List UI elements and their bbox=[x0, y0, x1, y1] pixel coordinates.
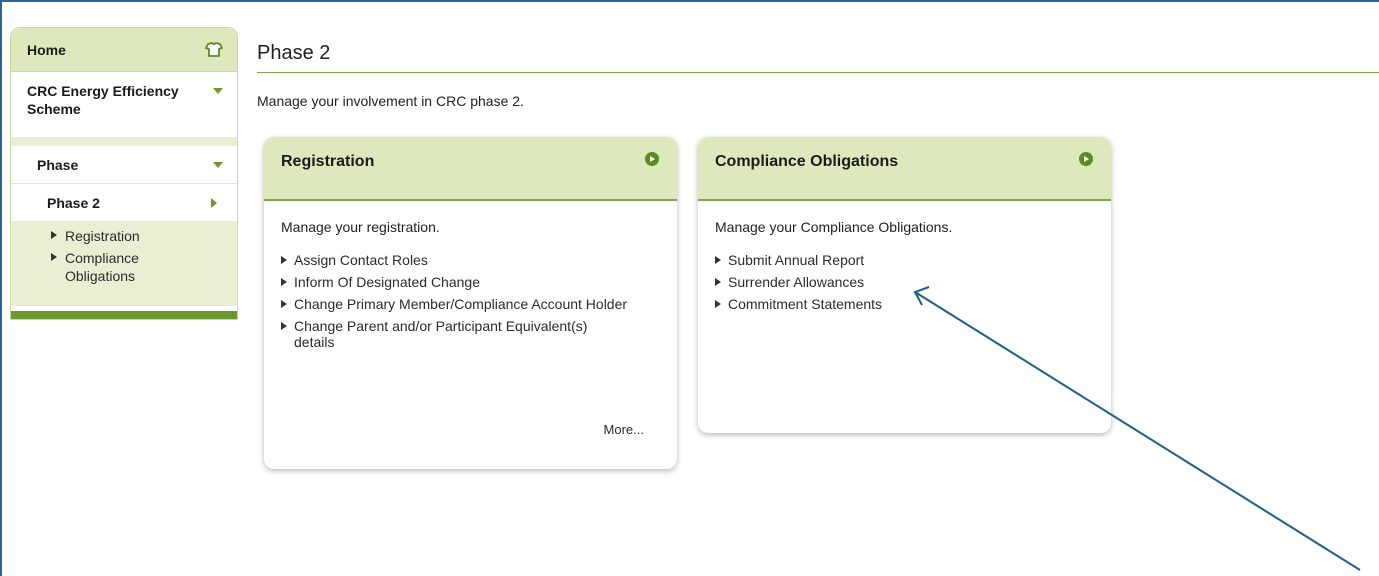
link-label: Assign Contact Roles bbox=[294, 252, 428, 268]
link-commitment-statements[interactable]: Commitment Statements bbox=[715, 296, 1094, 312]
sidebar-item-label: Home bbox=[27, 41, 66, 58]
sidebar-item-crc-scheme[interactable]: CRC Energy Efficiency Scheme bbox=[11, 72, 237, 137]
link-change-parent-participant[interactable]: Change Parent and/or Participant Equival… bbox=[281, 318, 660, 350]
card-body: Manage your Compliance Obligations. Subm… bbox=[698, 201, 1111, 312]
link-label: Commitment Statements bbox=[728, 296, 883, 312]
chevron-down-icon bbox=[213, 88, 223, 94]
link-surrender-allowances[interactable]: Surrender Allowances bbox=[715, 274, 1094, 290]
card-title: Compliance Obligations bbox=[715, 153, 899, 170]
bullet-arrow-icon bbox=[51, 231, 57, 239]
link-label: Surrender Allowances bbox=[728, 274, 865, 290]
card-header[interactable]: Registration bbox=[264, 137, 677, 201]
card-body: Manage your registration. Assign Contact… bbox=[264, 201, 677, 350]
sidebar-item-label: Phase 2 bbox=[47, 194, 100, 211]
go-arrow-icon[interactable] bbox=[645, 152, 659, 166]
sidebar-item-phase[interactable]: Phase bbox=[11, 146, 237, 184]
sidebar-item-home[interactable]: Home bbox=[11, 28, 237, 72]
bullet-arrow-icon bbox=[715, 300, 721, 308]
link-submit-annual-report[interactable]: Submit Annual Report bbox=[715, 252, 1094, 268]
chevron-down-icon bbox=[213, 161, 223, 168]
bullet-arrow-icon bbox=[281, 322, 287, 330]
bullet-arrow-icon bbox=[715, 278, 721, 286]
bullet-arrow-icon bbox=[51, 253, 57, 261]
sidebar-item-label: CRC Energy Efficiency Scheme bbox=[27, 83, 179, 117]
sidebar-bottom-bar bbox=[11, 311, 237, 319]
sidebar-item-compliance-obligations[interactable]: Compliance Obligations bbox=[51, 249, 237, 285]
sidebar-nav: Home CRC Energy Efficiency Scheme Phase … bbox=[10, 27, 238, 320]
link-label: Change Primary Member/Compliance Account… bbox=[294, 296, 628, 312]
card-title: Registration bbox=[281, 153, 375, 170]
sidebar-item-label: Phase bbox=[37, 156, 79, 173]
card-description: Manage your registration. bbox=[281, 219, 440, 235]
more-link[interactable]: More... bbox=[604, 422, 644, 437]
card-header[interactable]: Compliance Obligations bbox=[698, 137, 1111, 201]
sidebar-item-phase-2[interactable]: Phase 2 bbox=[11, 184, 237, 221]
chevron-right-icon bbox=[211, 197, 217, 208]
title-divider bbox=[257, 72, 1379, 73]
link-assign-contact-roles[interactable]: Assign Contact Roles bbox=[281, 252, 660, 268]
link-label: Inform Of Designated Change bbox=[294, 274, 480, 290]
bullet-arrow-icon bbox=[281, 278, 287, 286]
bullet-arrow-icon bbox=[715, 256, 721, 264]
sidebar-submenu: Registration Compliance Obligations bbox=[11, 221, 237, 306]
link-label: Change Parent and/or Participant Equival… bbox=[294, 318, 588, 350]
home-icon[interactable] bbox=[205, 42, 223, 57]
sidebar-item-label: Registration bbox=[65, 228, 140, 244]
card-description: Manage your Compliance Obligations. bbox=[715, 219, 953, 235]
link-change-primary-member[interactable]: Change Primary Member/Compliance Account… bbox=[281, 296, 660, 312]
bullet-arrow-icon bbox=[281, 300, 287, 308]
registration-card: Registration Manage your registration. A… bbox=[264, 137, 677, 469]
page-title: Phase 2 bbox=[257, 42, 331, 64]
sidebar-item-registration[interactable]: Registration bbox=[51, 227, 237, 245]
go-arrow-icon[interactable] bbox=[1079, 152, 1093, 166]
bullet-arrow-icon bbox=[281, 256, 287, 264]
link-label: Submit Annual Report bbox=[728, 252, 865, 268]
compliance-obligations-card: Compliance Obligations Manage your Compl… bbox=[698, 137, 1111, 433]
link-inform-designated-change[interactable]: Inform Of Designated Change bbox=[281, 274, 660, 290]
sidebar-item-label: Compliance Obligations bbox=[65, 250, 139, 284]
page-intro: Manage your involvement in CRC phase 2. bbox=[257, 93, 524, 109]
divider bbox=[11, 137, 237, 146]
